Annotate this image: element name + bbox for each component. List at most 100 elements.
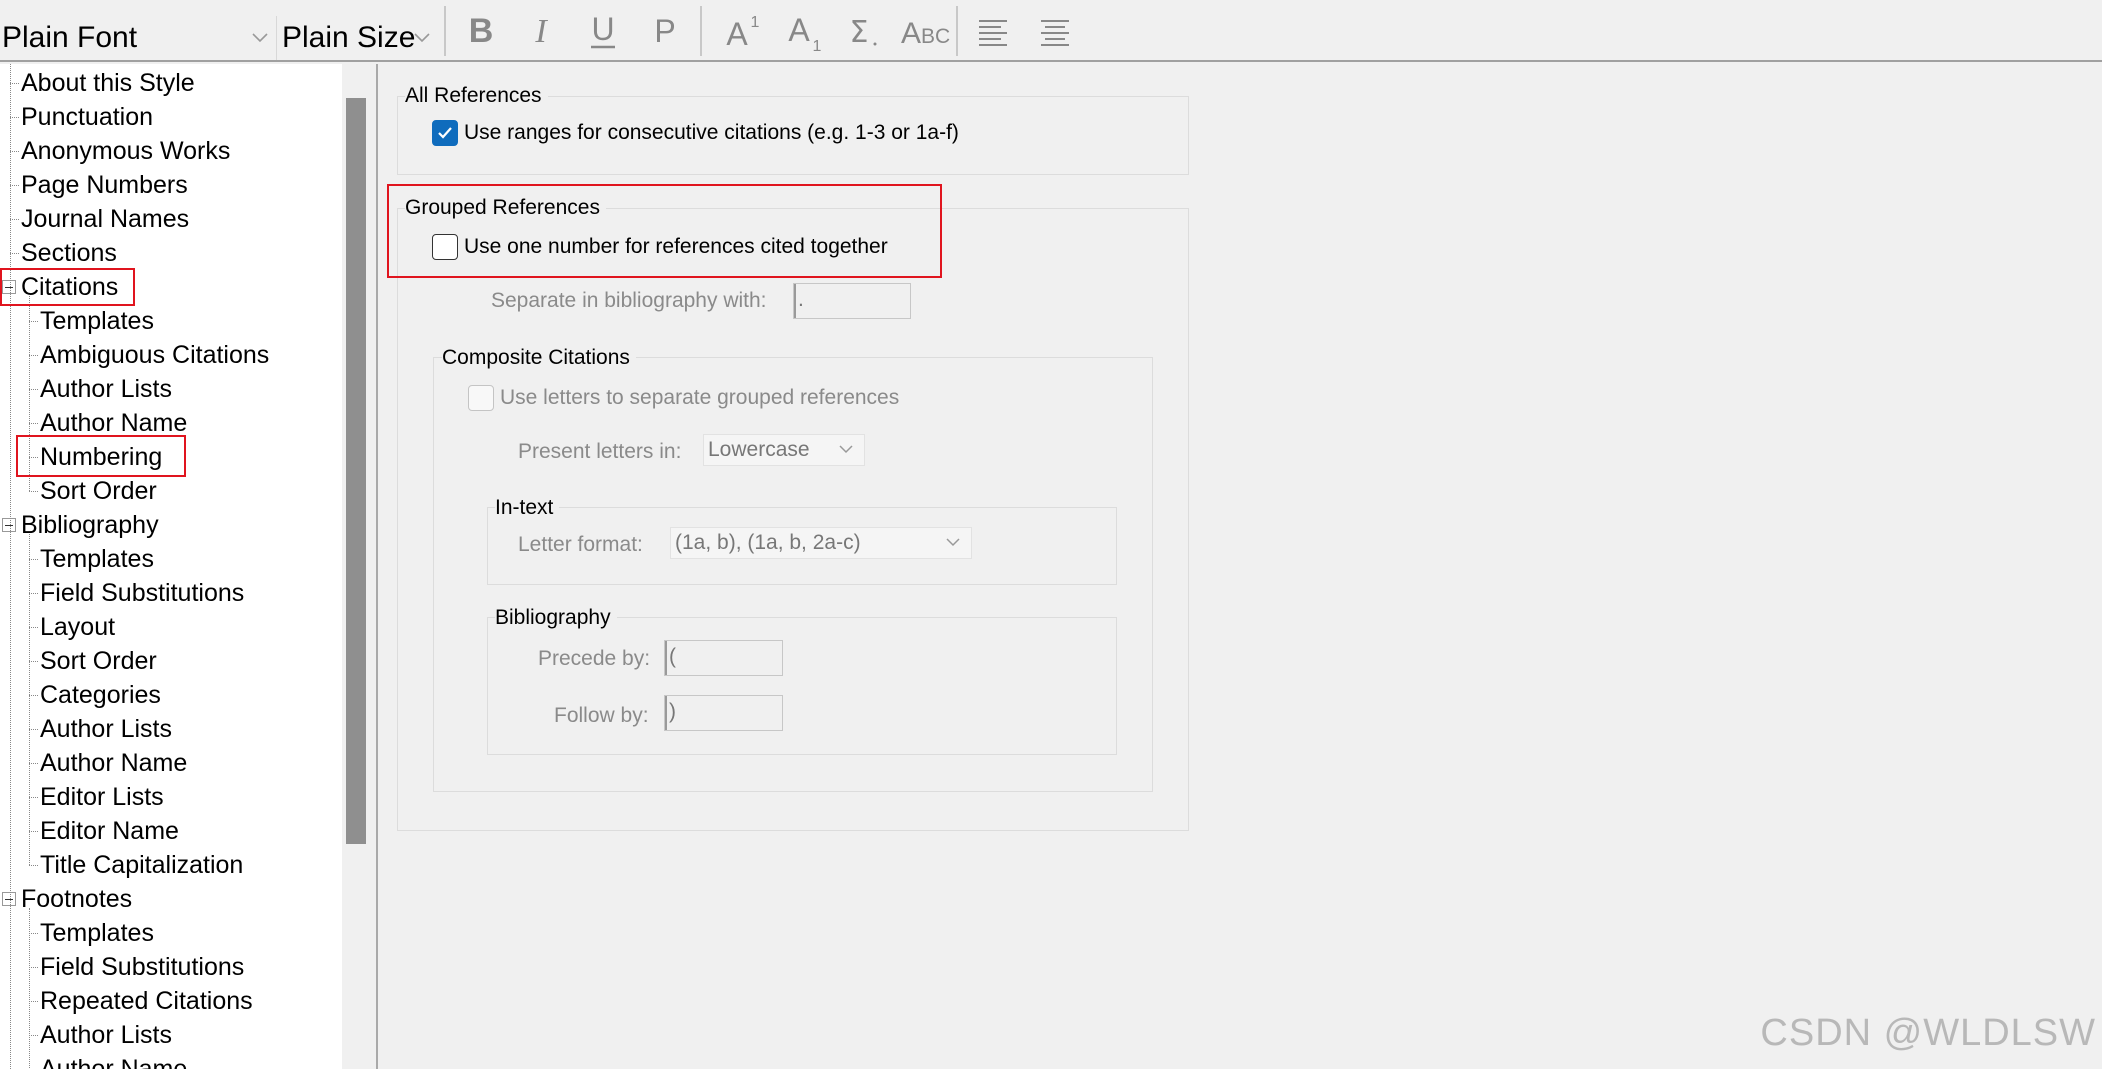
subscript-icon: A1 xyxy=(788,12,821,53)
tree-item[interactable]: Author Name xyxy=(0,1052,340,1069)
tree-connector xyxy=(29,534,30,865)
use-ranges-option[interactable]: Use ranges for consecutive citations (e.… xyxy=(432,120,959,146)
highlight-box xyxy=(0,268,135,306)
chevron-down-icon xyxy=(839,445,853,454)
tree-item-label: Editor Lists xyxy=(40,783,164,811)
use-ranges-label: Use ranges for consecutive citations (e.… xyxy=(464,121,959,144)
subscript-button[interactable]: A1 xyxy=(776,4,830,58)
tree-item[interactable]: Anonymous Works xyxy=(0,134,340,168)
tree-item[interactable]: Bibliography xyxy=(0,508,340,542)
small-caps-icon: A BC xyxy=(901,17,950,50)
tree-connector xyxy=(29,908,30,1069)
tree-item-label: Layout xyxy=(40,613,116,641)
size-dropdown[interactable]: Plain Size xyxy=(280,16,436,60)
svg-text:A: A xyxy=(726,16,748,52)
tree-item[interactable]: About this Style xyxy=(0,66,340,100)
present-letters-dropdown[interactable]: Lowercase xyxy=(703,434,865,466)
align-center-button[interactable] xyxy=(1028,4,1082,58)
tree-item[interactable]: Templates xyxy=(0,916,340,950)
tree-item[interactable]: Repeated Citations xyxy=(0,984,340,1018)
bold-button[interactable]: B xyxy=(454,4,508,58)
watermark: CSDN @WLDLSW xyxy=(1760,1012,2096,1054)
underline-button[interactable]: U xyxy=(576,4,630,58)
svg-text:P: P xyxy=(654,13,675,49)
svg-text:B: B xyxy=(469,12,494,50)
svg-text:BC: BC xyxy=(921,25,950,48)
tree-item-label: Punctuation xyxy=(21,103,154,131)
tree-item-label: Templates xyxy=(40,919,154,947)
tree-item[interactable]: Templates xyxy=(0,304,340,338)
font-dropdown[interactable]: Plain Font xyxy=(0,16,274,60)
symbol-icon: Σ xyxy=(850,15,877,50)
tree-item[interactable]: Field Substitutions xyxy=(0,950,340,984)
tree-item[interactable]: Editor Lists xyxy=(0,780,340,814)
tree-item-label: Templates xyxy=(40,545,154,573)
tree-item[interactable]: Layout xyxy=(0,610,340,644)
precede-by-input[interactable]: ( xyxy=(664,640,783,676)
tree-item[interactable]: Title Capitalization xyxy=(0,848,340,882)
small-caps-button[interactable]: A BC xyxy=(894,4,956,58)
divider xyxy=(700,6,702,56)
precede-by-label: Precede by: xyxy=(538,647,651,670)
tree-item[interactable]: Author Lists xyxy=(0,372,340,406)
present-letters-value: Lowercase xyxy=(708,438,810,461)
align-left-button[interactable] xyxy=(966,4,1020,58)
tree-item[interactable]: Journal Names xyxy=(0,202,340,236)
tree-item-label: About this Style xyxy=(21,69,195,97)
tree-item-label: Bibliography xyxy=(21,511,159,539)
plain-button[interactable]: P xyxy=(638,4,692,58)
tree-item-label: Ambiguous Citations xyxy=(40,341,270,369)
tree-item-label: Author Name xyxy=(40,1055,188,1069)
tree-item-label: Page Numbers xyxy=(21,171,188,199)
tree-item[interactable]: Author Lists xyxy=(0,712,340,746)
scrollbar-thumb[interactable] xyxy=(346,98,366,844)
symbol-button[interactable]: Σ xyxy=(836,4,890,58)
bold-icon: B xyxy=(469,12,494,50)
tree-item-label: Repeated Citations xyxy=(40,987,253,1015)
underline-icon: U xyxy=(591,11,615,49)
use-letters-option[interactable]: Use letters to separate grouped referenc… xyxy=(468,385,899,411)
italic-icon: I xyxy=(534,13,548,50)
letter-format-value: (1a, b), (1a, b, 2a-c) xyxy=(675,531,861,554)
checkmark-icon xyxy=(438,127,452,139)
italic-button[interactable]: I xyxy=(514,4,568,58)
superscript-button[interactable]: A1 xyxy=(714,4,768,58)
tree-item[interactable]: Ambiguous Citations xyxy=(0,338,340,372)
bibliography-group xyxy=(487,617,1117,755)
tree-item[interactable]: Page Numbers xyxy=(0,168,340,202)
divider xyxy=(276,16,277,60)
follow-by-input[interactable]: ) xyxy=(664,695,783,731)
tree-item[interactable]: Author Lists xyxy=(0,1018,340,1052)
tree-item-label: Categories xyxy=(40,681,161,709)
tree-item-label: Author Lists xyxy=(40,715,173,743)
size-value: Plain Size xyxy=(282,21,416,54)
tree-item-label: Field Substitutions xyxy=(40,579,245,607)
use-letters-label: Use letters to separate grouped referenc… xyxy=(500,386,900,409)
tree-item[interactable]: Footnotes xyxy=(0,882,340,916)
tree-item[interactable]: Sort Order xyxy=(0,644,340,678)
svg-text:Σ: Σ xyxy=(850,15,869,50)
highlight-box xyxy=(16,435,186,477)
tree-item[interactable]: Author Name xyxy=(0,746,340,780)
svg-text:I: I xyxy=(534,13,548,50)
tree-item[interactable]: Sections xyxy=(0,236,340,270)
use-ranges-checkbox[interactable] xyxy=(432,120,458,146)
svg-text:1: 1 xyxy=(751,14,760,31)
tree-item-label: Templates xyxy=(40,307,154,335)
tree-item[interactable]: Field Substitutions xyxy=(0,576,340,610)
tree-item-label: Footnotes xyxy=(21,885,133,913)
plain-icon: P xyxy=(654,13,675,49)
separate-input[interactable]: . xyxy=(793,283,911,319)
tree-item[interactable]: Sort Order xyxy=(0,474,340,508)
svg-text:U: U xyxy=(591,11,614,47)
tree-item[interactable]: Categories xyxy=(0,678,340,712)
tree-item[interactable]: Punctuation xyxy=(0,100,340,134)
tree-item[interactable]: Editor Name xyxy=(0,814,340,848)
composite-citations-title: Composite Citations xyxy=(442,346,636,370)
present-letters-label: Present letters in: xyxy=(518,440,682,463)
letter-format-dropdown[interactable]: (1a, b), (1a, b, 2a-c) xyxy=(670,527,972,559)
tree-item[interactable]: Templates xyxy=(0,542,340,576)
follow-by-label: Follow by: xyxy=(554,704,649,727)
chevron-down-icon xyxy=(946,538,960,547)
use-letters-checkbox[interactable] xyxy=(468,385,494,411)
